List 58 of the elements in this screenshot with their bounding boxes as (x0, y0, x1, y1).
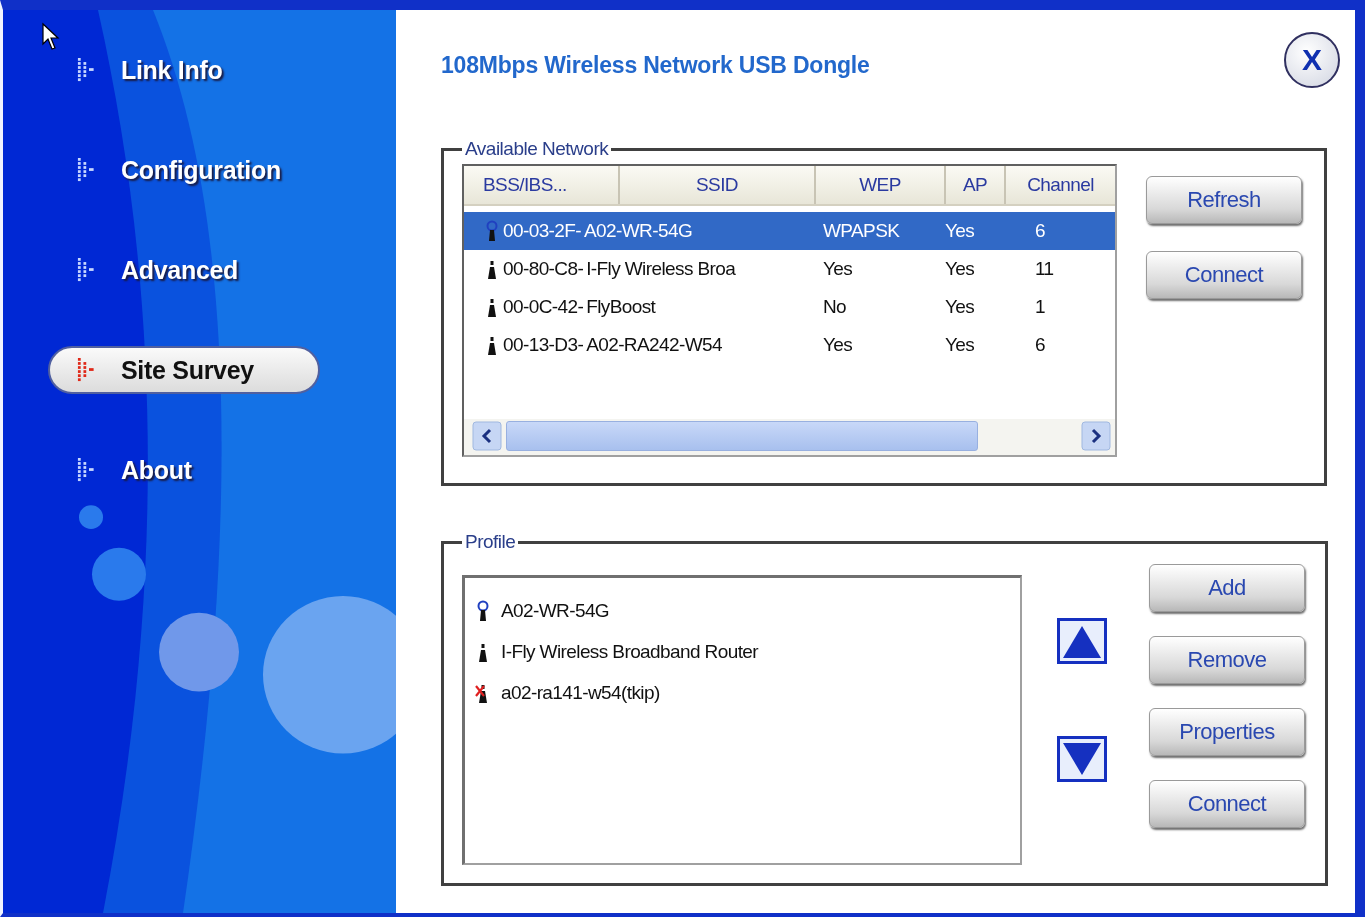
column-header[interactable]: SSID (620, 166, 816, 204)
column-header[interactable]: Channel (1006, 166, 1115, 204)
table-cell-text: 11 (1034, 258, 1054, 280)
profile-list[interactable]: A02-WR-54G I-Fly Wireless Broadband Router a02-ra141-w54(tkip) (462, 575, 1022, 865)
antenna-icon (484, 220, 500, 242)
table-cell-text: Yes (945, 220, 976, 242)
action-button[interactable]: Remove (1149, 636, 1305, 684)
nav-item[interactable]: Link Info (48, 46, 320, 94)
table-cell-text: No (822, 296, 848, 318)
table-cell-text: WPAPSK (822, 220, 901, 242)
action-button[interactable]: Add (1149, 564, 1305, 612)
profile-item[interactable]: A02-WR-54G (501, 599, 610, 622)
table-cell-text: Yes (822, 258, 854, 280)
network-row[interactable]: 00-0C-42-FlyBoost No Yes 1 (464, 288, 1115, 326)
table-cell-text: Yes (945, 334, 976, 356)
antenna-icon (475, 599, 491, 622)
action-button[interactable]: Properties (1149, 708, 1305, 756)
table-cell-text: Yes (822, 334, 854, 356)
action-button[interactable]: Connect (1146, 251, 1302, 299)
table-cell: 00-80-C8- (503, 258, 584, 280)
scroll-left-icon[interactable] (472, 421, 502, 451)
scrollbar[interactable] (464, 419, 1115, 455)
action-button[interactable]: Refresh (1146, 176, 1302, 224)
table-cell-text: 1 (1034, 296, 1045, 318)
nav-item[interactable]: Configuration (48, 146, 320, 194)
table-cell: FlyBoost (586, 296, 656, 318)
move-down-icon[interactable] (1057, 736, 1107, 782)
table-cell-text: 6 (1034, 220, 1045, 242)
scroll-right-icon[interactable] (1081, 421, 1111, 451)
window-title: 108Mbps Wireless Network USB Dongle (441, 52, 870, 79)
nav-item[interactable]: Advanced (48, 246, 320, 294)
table-cell: 00-03-2F- (503, 220, 582, 242)
network-list[interactable]: BSS/IBS... SSID WEP AP Channel 00-03-2F-A02-WR-54G WPAPSK Yes 6 00-80-C8-I-Fly Wireless Broa Yes Yes 11 00-0C-42-FlyBoost No Yes 1 00-13-D3-A02-RA242-W54 Yes Yes 6 (462, 164, 1117, 457)
group-title: Profile (464, 531, 517, 553)
table-cell: 00-0C-42- (503, 296, 584, 318)
table-cell-text: Yes (945, 258, 976, 280)
scroll-thumb[interactable] (506, 421, 978, 451)
table-cell: A02-WR-54G (584, 220, 693, 242)
table-cell: I-Fly Wireless Broa (586, 258, 736, 280)
column-header[interactable]: AP (946, 166, 1006, 204)
column-header[interactable]: BSS/IBS... (464, 166, 620, 204)
network-row[interactable]: 00-80-C8-I-Fly Wireless Broa Yes Yes 11 (464, 250, 1115, 288)
cursor-icon (41, 22, 61, 52)
network-row[interactable]: 00-03-2F-A02-WR-54G WPAPSK Yes 6 (464, 212, 1115, 250)
move-up-icon[interactable] (1057, 618, 1107, 664)
column-header[interactable]: WEP (816, 166, 946, 204)
action-button[interactable]: Connect (1149, 780, 1305, 828)
profile-item[interactable]: I-Fly Wireless Broadband Router (501, 640, 758, 663)
nav-item[interactable]: About (48, 446, 320, 494)
network-row[interactable]: 00-13-D3-A02-RA242-W54 Yes Yes 6 (464, 326, 1115, 364)
table-cell-text: Yes (945, 296, 976, 318)
nav-item[interactable]: Site Survey (48, 346, 320, 394)
profile-item[interactable]: a02-ra141-w54(tkip) (501, 681, 660, 704)
table-cell: 00-13-D3- (503, 334, 584, 356)
close-button[interactable]: X (1284, 32, 1340, 88)
table-cell-text: 6 (1034, 334, 1045, 356)
table-cell: A02-RA242-W54 (586, 334, 722, 356)
group-title: Available Network (464, 138, 610, 160)
